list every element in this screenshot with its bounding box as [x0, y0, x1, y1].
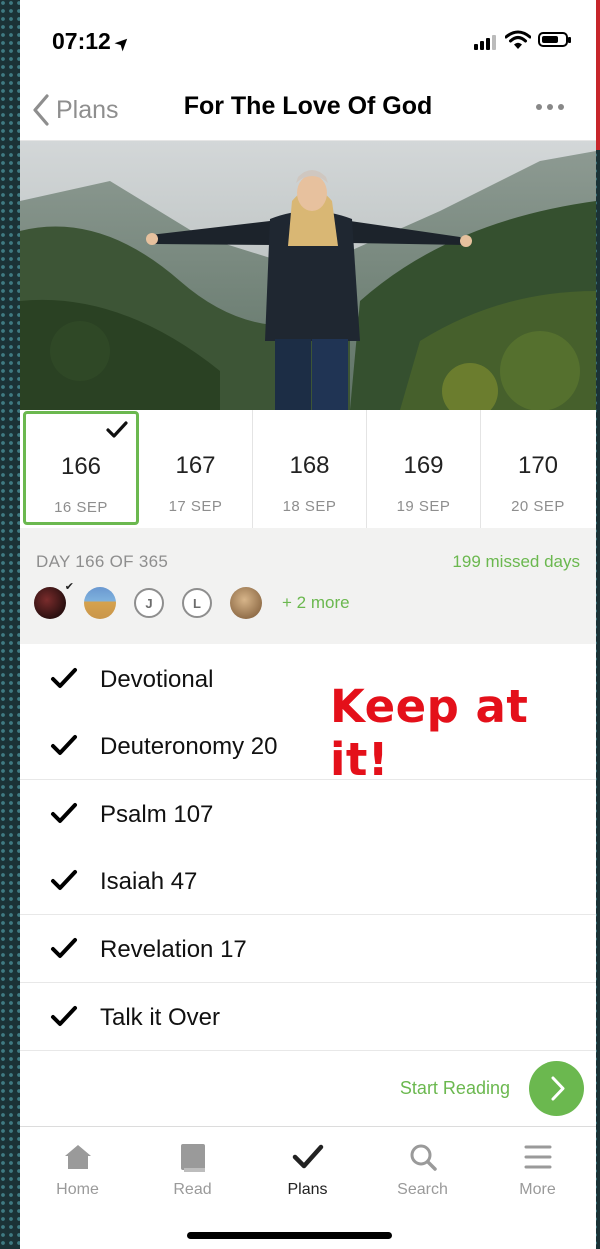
keep-at-it-annotation: Keep at it! [330, 680, 529, 786]
navigation-bar: Plans For The Love Of God [20, 80, 596, 141]
day-progress-label: DAY 166 OF 365 [36, 552, 169, 571]
day-date: 17 SEP [168, 498, 223, 515]
location-arrow-icon: ➤ [109, 30, 135, 56]
completed-check-icon [106, 421, 128, 438]
phone-screen: 07:12➤ Plans For The Love Of God 166 16 … [20, 0, 596, 1249]
reading-item-isaiah-47[interactable]: Isaiah 47 [20, 847, 596, 915]
page-title: For The Love Of God [20, 92, 596, 121]
tab-label: Plans [287, 1181, 328, 1198]
tab-home[interactable]: Home [20, 1127, 135, 1207]
missed-days-link[interactable]: 199 missed days [452, 552, 580, 572]
day-date: 19 SEP [396, 498, 451, 515]
status-time: 07:12➤ [52, 28, 134, 56]
reading-label: Talk it Over [100, 1004, 221, 1031]
friend-avatar[interactable] [230, 587, 262, 619]
day-tile-166[interactable]: 166 16 SEP [23, 411, 139, 525]
reading-item-psalm-107[interactable]: Psalm 107 [20, 780, 596, 848]
day-number: 170 [517, 452, 559, 479]
plan-hero-image [20, 141, 596, 410]
search-icon [410, 1144, 437, 1171]
day-date: 20 SEP [511, 498, 565, 515]
check-icon [51, 938, 77, 958]
day-date: 16 SEP [54, 499, 108, 516]
day-number: 166 [60, 453, 102, 480]
reading-label: Revelation 17 [100, 936, 247, 963]
day-tile-170[interactable]: 170 20 SEP [481, 410, 595, 528]
reading-label: Isaiah 47 [100, 868, 198, 895]
day-tile-169[interactable]: 169 19 SEP [367, 410, 481, 528]
tab-label: Home [56, 1181, 99, 1198]
start-reading-link[interactable]: Start Reading [400, 1078, 510, 1099]
day-selector: 166 16 SEP 167 17 SEP 168 18 SEP 169 19 … [20, 410, 596, 528]
check-icon [51, 668, 77, 688]
friend-avatar[interactable] [34, 580, 74, 619]
tab-more[interactable]: More [480, 1127, 595, 1207]
check-icon [51, 870, 77, 890]
check-icon [51, 1006, 77, 1026]
check-icon [51, 803, 77, 823]
day-tile-168[interactable]: 168 18 SEP [253, 410, 367, 528]
tab-search[interactable]: Search [365, 1127, 480, 1207]
tab-label: Search [397, 1181, 448, 1198]
day-number: 169 [403, 452, 444, 479]
reading-item-revelation-17[interactable]: Revelation 17 [20, 915, 596, 983]
battery-icon [538, 32, 571, 47]
cellular-signal-icon [474, 34, 498, 50]
friend-avatar-initial[interactable]: L [182, 588, 212, 618]
day-date: 18 SEP [282, 498, 337, 515]
home-indicator[interactable] [187, 1232, 392, 1239]
check-icon [51, 735, 77, 755]
reading-label: Psalm 107 [100, 801, 214, 828]
day-number: 168 [289, 452, 330, 479]
day-number: 167 [175, 452, 216, 479]
chevron-right-icon [551, 1076, 565, 1101]
status-time-text: 07:12 [52, 28, 111, 54]
book-icon [180, 1144, 205, 1172]
reading-label: Deuteronomy 20 [100, 733, 278, 760]
tab-read[interactable]: Read [135, 1127, 250, 1207]
tab-label: Read [173, 1181, 212, 1198]
plan-progress-panel: DAY 166 OF 365 199 missed days J L + 2 m… [20, 528, 596, 644]
wifi-icon [505, 30, 531, 49]
page-title-text: For The Love Of God [183, 92, 433, 120]
tab-plans[interactable]: Plans [250, 1127, 365, 1207]
reading-item-talk-it-over[interactable]: Talk it Over [20, 983, 596, 1051]
reading-label: Devotional [100, 666, 214, 693]
friend-avatar-initial[interactable]: J [134, 588, 164, 618]
plan-friends-row[interactable]: J L + 2 more [34, 580, 350, 619]
check-icon [292, 1144, 323, 1169]
menu-icon [524, 1145, 551, 1169]
day-tile-167[interactable]: 167 17 SEP [139, 410, 253, 528]
tab-label: More [519, 1181, 556, 1198]
status-bar: 07:12➤ [20, 0, 596, 80]
more-friends-link[interactable]: + 2 more [282, 593, 350, 613]
start-reading-button[interactable] [529, 1061, 584, 1116]
more-options-icon[interactable] [536, 104, 566, 112]
home-icon [64, 1145, 91, 1169]
bottom-tab-bar: Home Read Plans Search More [20, 1126, 596, 1249]
friend-avatar[interactable] [84, 587, 116, 619]
